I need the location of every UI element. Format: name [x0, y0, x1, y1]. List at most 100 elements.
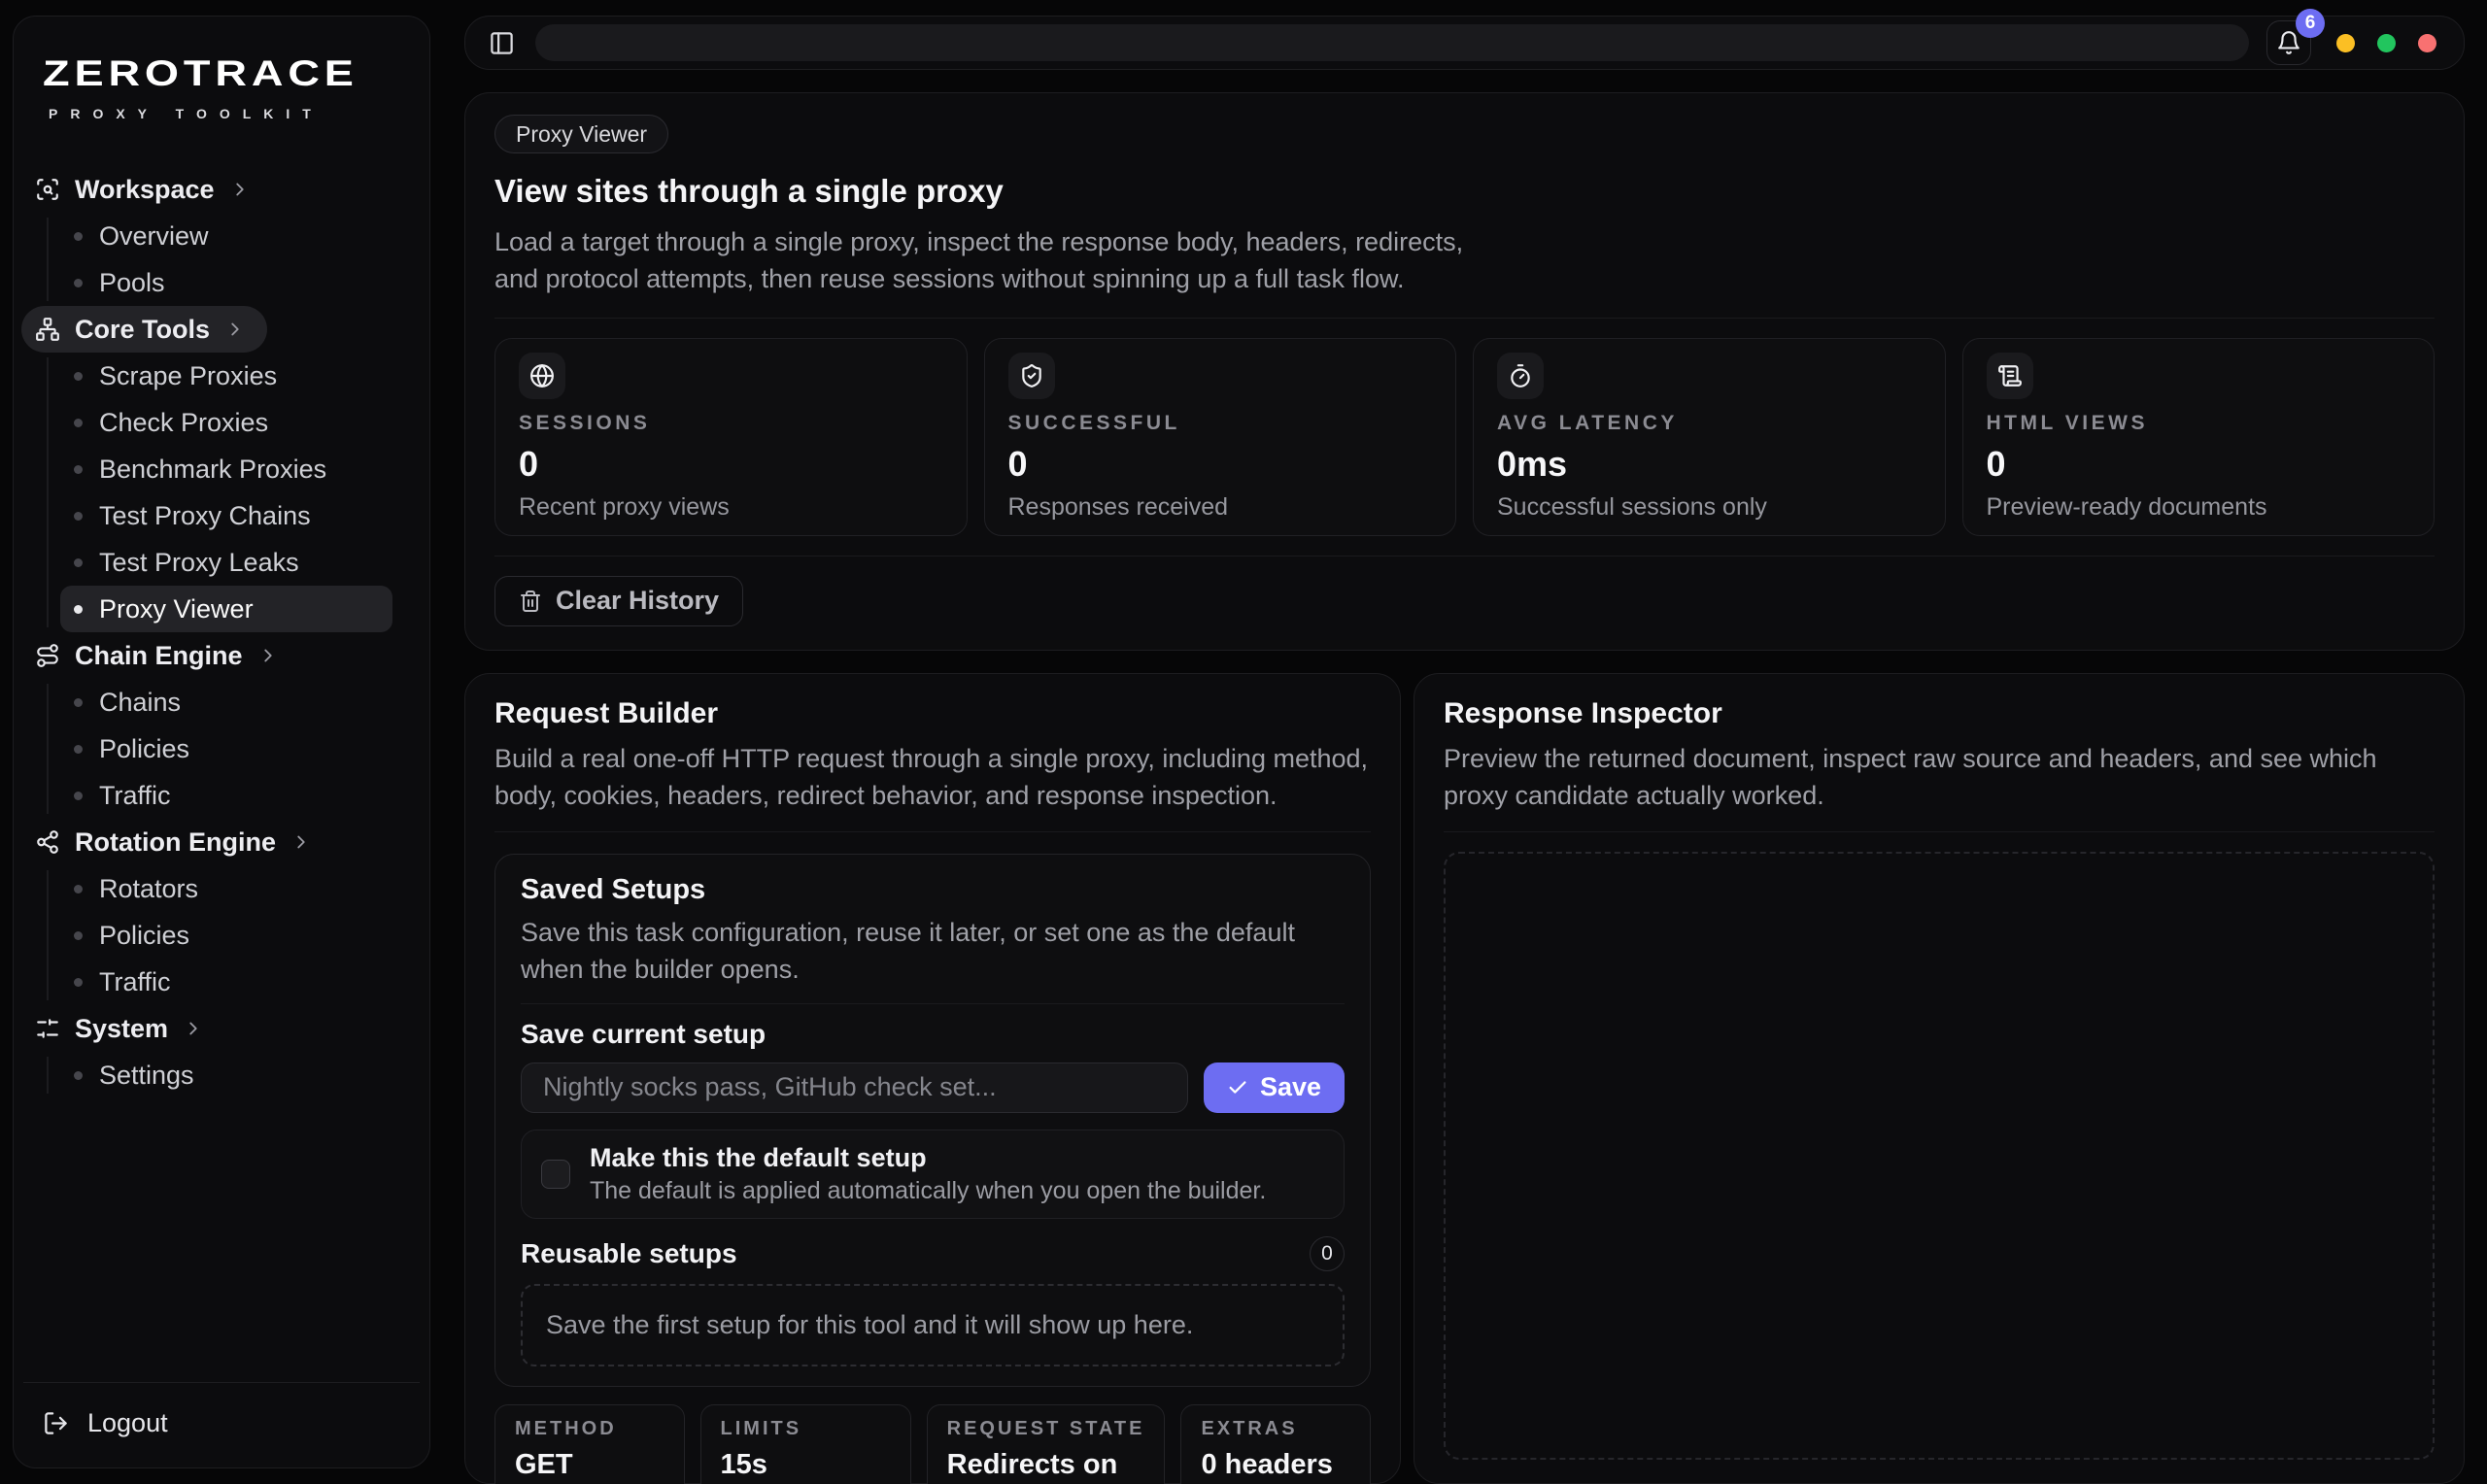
- sidebar-group-label: Core Tools: [75, 315, 210, 345]
- chevron-right-icon: [183, 1018, 204, 1039]
- sidebar-item-label: Scrape Proxies: [99, 361, 277, 391]
- sidebar: ZEROTRACE PROXY TOOLKIT Workspace Overvi…: [13, 16, 430, 1468]
- bullet-icon: [74, 605, 83, 614]
- bullet-icon: [74, 279, 83, 287]
- request-builder-description: Build a real one-off HTTP request throug…: [494, 740, 1371, 815]
- sidebar-children-core-tools: Scrape Proxies Check Proxies Benchmark P…: [21, 353, 410, 632]
- sidebar-item-benchmark-proxies[interactable]: Benchmark Proxies: [60, 446, 392, 492]
- response-preview-empty-area: [1444, 852, 2435, 1460]
- sidebar-item-label: Traffic: [99, 781, 171, 811]
- chevron-right-icon: [290, 831, 312, 853]
- sidebar-item-traffic-chain[interactable]: Traffic: [60, 772, 392, 819]
- summary-value: 0 headers: [1201, 1449, 1350, 1481]
- sidebar-item-rotators[interactable]: Rotators: [60, 865, 392, 912]
- sidebar-item-label: Policies: [99, 734, 189, 764]
- divider: [494, 831, 1371, 832]
- bullet-icon: [74, 372, 83, 381]
- sidebar-group-workspace[interactable]: Workspace: [21, 166, 272, 213]
- stat-card-avg-latency: AVG LATENCY 0ms Successful sessions only: [1473, 338, 1946, 536]
- default-setup-checkbox[interactable]: [541, 1160, 570, 1189]
- default-setup-option[interactable]: Make this the default setup The default …: [521, 1130, 1345, 1219]
- reusable-setups-empty-state: Save the first setup for this tool and i…: [521, 1284, 1345, 1366]
- notifications-button[interactable]: 6: [2266, 20, 2311, 65]
- bullet-icon: [74, 885, 83, 894]
- sidebar-item-label: Pools: [99, 268, 165, 298]
- saved-setups-description: Save this task configuration, reuse it l…: [521, 915, 1345, 989]
- reusable-setups-count: 0: [1310, 1236, 1345, 1271]
- shield-check-icon: [1008, 353, 1055, 399]
- bullet-icon: [74, 419, 83, 427]
- sidebar-item-traffic-rotation[interactable]: Traffic: [60, 959, 392, 1005]
- search-input[interactable]: [535, 24, 2249, 61]
- response-inspector-panel: Response Inspector Preview the returned …: [1414, 673, 2465, 1484]
- sidebar-item-check-proxies[interactable]: Check Proxies: [60, 399, 392, 446]
- sidebar-item-test-proxy-leaks[interactable]: Test Proxy Leaks: [60, 539, 392, 586]
- stat-label: HTML VIEWS: [1987, 412, 2411, 435]
- sidebar-group-chain-engine[interactable]: Chain Engine: [21, 632, 300, 679]
- window-dot-green[interactable]: [2377, 34, 2396, 52]
- logout-button[interactable]: Logout: [23, 1382, 420, 1467]
- sidebar-children-chain-engine: Chains Policies Traffic: [21, 679, 410, 819]
- summary-label: REQUEST STATE: [947, 1418, 1145, 1440]
- request-builder-title: Request Builder: [494, 697, 1371, 730]
- sidebar-group-label: Workspace: [75, 175, 215, 205]
- sidebar-item-overview[interactable]: Overview: [60, 213, 392, 259]
- sidebar-item-settings[interactable]: Settings: [60, 1052, 392, 1098]
- sidebar-item-scrape-proxies[interactable]: Scrape Proxies: [60, 353, 392, 399]
- sidebar-item-label: Benchmark Proxies: [99, 455, 326, 485]
- bullet-icon: [74, 792, 83, 800]
- summary-value: Redirects on: [947, 1449, 1145, 1481]
- save-setup-button[interactable]: Save: [1204, 1062, 1345, 1113]
- summary-card-request-state: REQUEST STATE Redirects on Geo lookup of…: [927, 1404, 1166, 1484]
- request-summary-row: METHOD GET No body LIMITS 15s 512 KB pre…: [494, 1404, 1371, 1484]
- main-area: 6 Proxy Viewer View sites through a sing…: [464, 16, 2465, 1484]
- bullet-icon: [74, 512, 83, 521]
- reusable-setups-title: Reusable setups: [521, 1238, 737, 1269]
- bullet-icon: [74, 931, 83, 940]
- chevron-right-icon: [229, 179, 251, 200]
- route-icon: [35, 643, 60, 668]
- default-setup-title: Make this the default setup: [590, 1143, 1266, 1173]
- sidebar-group-core-tools[interactable]: Core Tools: [21, 306, 267, 353]
- sidebar-group-label: Chain Engine: [75, 641, 243, 671]
- request-builder-panel: Request Builder Build a real one-off HTT…: [464, 673, 1401, 1484]
- sidebar-group-rotation-engine[interactable]: Rotation Engine: [21, 819, 333, 865]
- sidebar-group-label: Rotation Engine: [75, 827, 276, 858]
- window-controls: [2336, 34, 2436, 52]
- sidebar-item-policies-chain[interactable]: Policies: [60, 725, 392, 772]
- bullet-icon: [74, 1071, 83, 1080]
- sidebar-item-chains[interactable]: Chains: [60, 679, 392, 725]
- sidebar-item-policies-rotation[interactable]: Policies: [60, 912, 392, 959]
- stat-value: 0: [1987, 444, 2411, 485]
- panel-left-icon: [489, 30, 515, 56]
- sidebar-toggle-button[interactable]: [485, 26, 518, 59]
- window-dot-yellow[interactable]: [2336, 34, 2355, 52]
- topbar: 6: [464, 16, 2465, 70]
- logout-icon: [43, 1410, 69, 1436]
- setup-name-input[interactable]: [521, 1062, 1188, 1113]
- summary-label: LIMITS: [721, 1418, 891, 1440]
- bullet-icon: [74, 978, 83, 987]
- bullet-icon: [74, 232, 83, 241]
- saved-setups-title: Saved Setups: [521, 874, 1345, 906]
- summary-value: GET: [515, 1449, 664, 1481]
- summary-card-extras: EXTRAS 0 headers 0 cookies: [1180, 1404, 1371, 1484]
- window-dot-red[interactable]: [2418, 34, 2436, 52]
- check-icon: [1227, 1077, 1248, 1098]
- clear-history-label: Clear History: [556, 586, 719, 616]
- divider: [494, 318, 2435, 319]
- sidebar-item-pools[interactable]: Pools: [60, 259, 392, 306]
- sidebar-group-system[interactable]: System: [21, 1005, 225, 1052]
- sidebar-children-workspace: Overview Pools: [21, 213, 410, 306]
- globe-icon: [519, 353, 565, 399]
- tool-badge: Proxy Viewer: [494, 115, 668, 153]
- sidebar-item-test-proxy-chains[interactable]: Test Proxy Chains: [60, 492, 392, 539]
- sidebar-nav: Workspace Overview Pools Core Tools: [14, 127, 429, 1382]
- sidebar-children-rotation-engine: Rotators Policies Traffic: [21, 865, 410, 1005]
- reusable-setups-header: Reusable setups 0: [521, 1236, 1345, 1271]
- clear-history-button[interactable]: Clear History: [494, 576, 743, 626]
- summary-label: METHOD: [515, 1418, 664, 1440]
- timer-icon: [1497, 353, 1544, 399]
- trash-icon: [519, 590, 542, 613]
- sidebar-item-proxy-viewer[interactable]: Proxy Viewer: [60, 586, 392, 632]
